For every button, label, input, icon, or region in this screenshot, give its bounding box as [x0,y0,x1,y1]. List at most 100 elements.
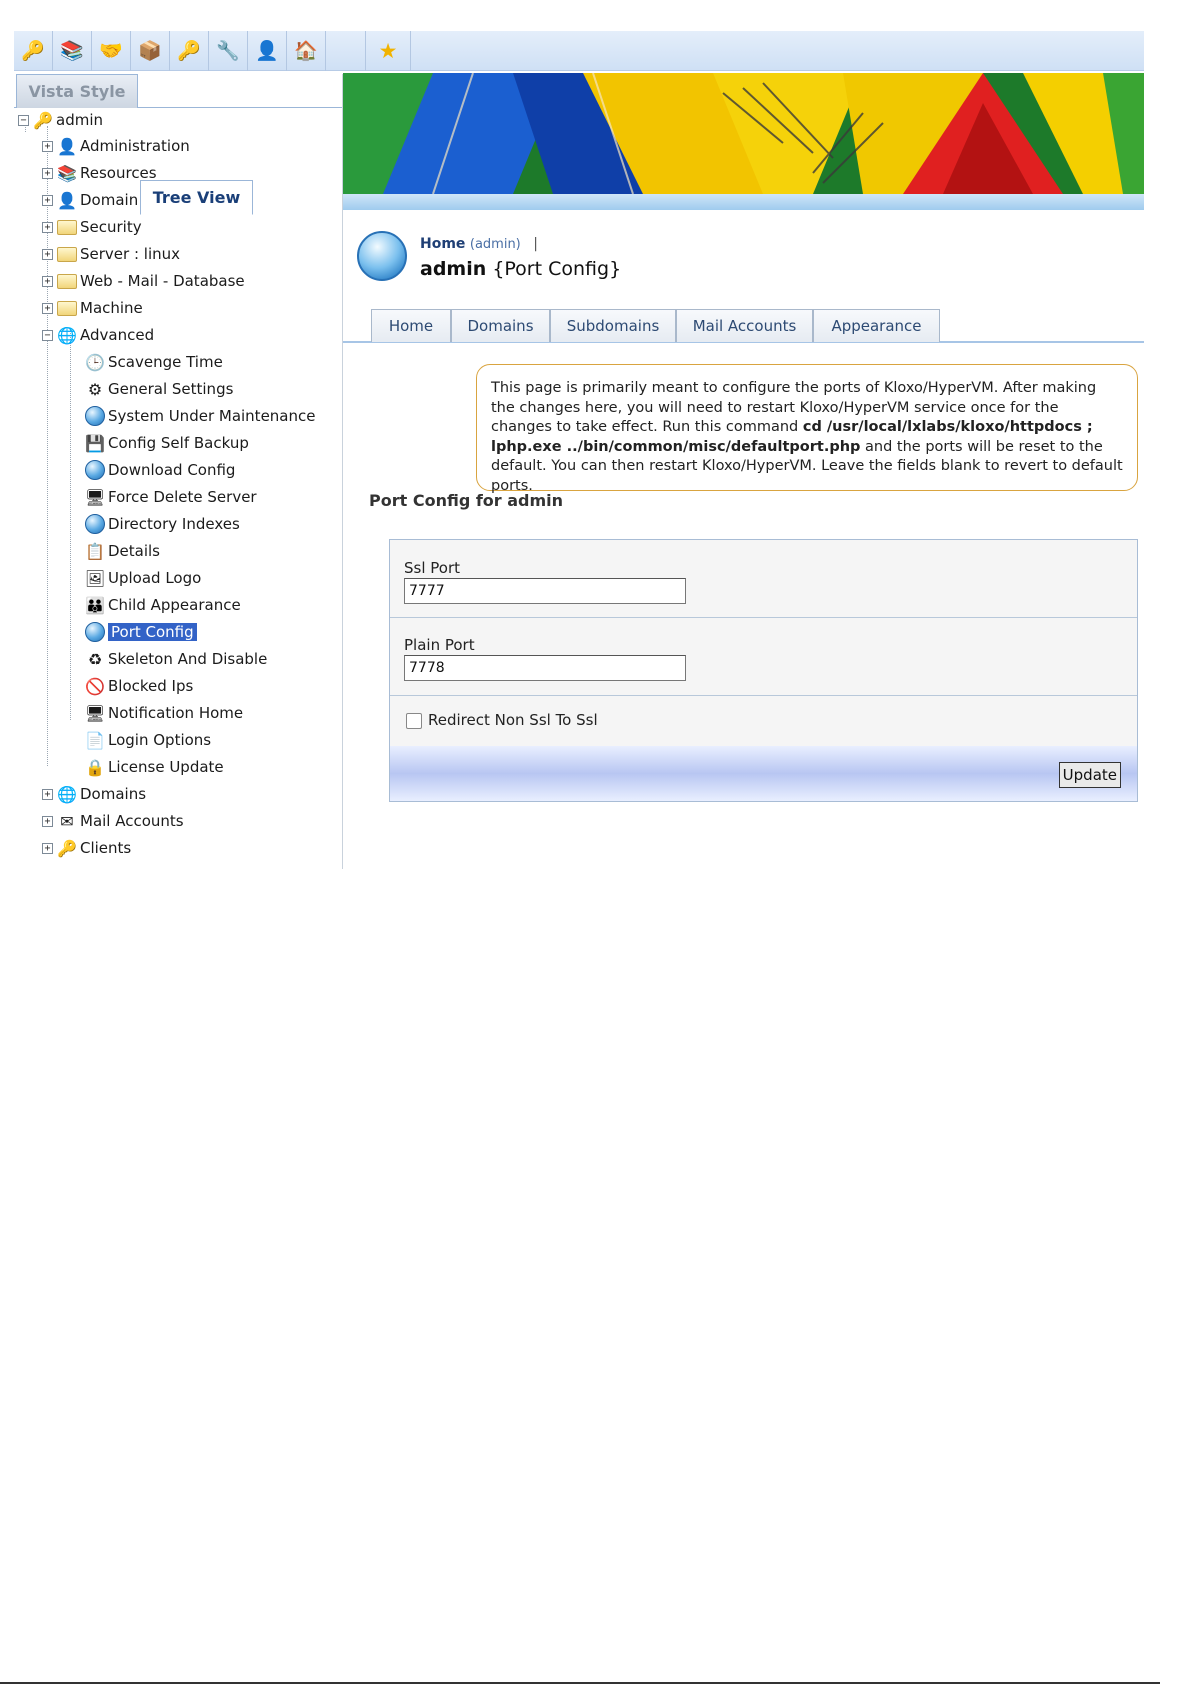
navigation-tree: − 🔑 admin + 👤 Administration + 📚 Resourc… [18,106,340,868]
plain-port-label: Plain Port [404,636,475,654]
expand-icon[interactable]: + [42,167,53,179]
orb-icon [85,406,105,426]
tree-item-child-appearance[interactable]: 👪 Child Appearance [85,593,241,617]
tree-item-label-selected: Port Config [108,623,197,641]
person-icon[interactable]: 👤 [248,30,287,71]
tree-item-blocked-ips[interactable]: 🚫 Blocked Ips [85,674,193,698]
ssl-port-label: Ssl Port [404,559,461,577]
expand-icon[interactable]: + [42,194,53,206]
tree-item-scavenge-time[interactable]: 🕒 Scavenge Time [85,350,223,374]
tree-item-details[interactable]: 📋 Details [85,539,160,563]
tree-item-label: Login Options [108,731,212,749]
backup-icon: 💾 [85,433,105,453]
folder-icon [57,300,77,316]
tree-item-administration[interactable]: + 👤 Administration [42,134,190,158]
tree-item-system-under-maintenance[interactable]: System Under Maintenance [85,404,315,428]
tree-item-mail-accounts[interactable]: + ✉ Mail Accounts [42,809,184,833]
tree-item-general-settings[interactable]: ⚙ General Settings [85,377,234,401]
admin-key-icon[interactable]: 🔑 [14,30,53,71]
tree-item-notification-home[interactable]: 🖥 Notification Home [85,701,243,725]
tree-item-label: Notification Home [108,704,244,722]
tree-item-label: Administration [80,137,190,155]
tree-item-domain[interactable]: + 👤 Domain [42,188,138,212]
star-icon[interactable]: ★ [366,30,411,71]
tree-item-download-config[interactable]: Download Config [85,458,235,482]
clipboard-icon: 📋 [85,541,105,561]
tree-item-domains[interactable]: + 🌐 Domains [42,782,146,806]
breadcrumb-home-sub: (admin) [469,237,521,252]
expand-icon[interactable]: + [42,842,53,854]
hierarchy-icon: 👪 [85,595,105,615]
tree-item-upload-logo[interactable]: 🖼 Upload Logo [85,566,201,590]
tree-item-clients[interactable]: + 🔑 Clients [42,836,131,860]
tree-item-login-options[interactable]: 📄 Login Options [85,728,211,752]
expand-icon[interactable]: + [42,815,53,827]
tree-item-label: Clients [80,839,132,857]
expand-icon[interactable]: + [42,248,53,260]
collapse-icon[interactable]: − [18,114,29,126]
tree-item-security[interactable]: + Security [42,215,142,239]
handshake-icon[interactable]: 🤝 [92,30,131,71]
left-panel-tabs: Vista Style Tree View [14,74,342,215]
tree-item-label: Server : linux [80,245,181,263]
ssl-port-row: Ssl Port [390,540,1137,618]
expand-icon[interactable]: + [42,788,53,800]
tree-item-resources[interactable]: + 📚 Resources [42,161,157,185]
tab-subdomains[interactable]: Subdomains [550,309,676,342]
tab-vista-style[interactable]: Vista Style [16,74,138,108]
tree-item-advanced[interactable]: − 🌐 Advanced [42,323,154,347]
cube-icon[interactable]: 📦 [131,30,170,71]
tree-item-machine[interactable]: + Machine [42,296,143,320]
license-icon: 🔒 [85,757,105,777]
tab-appearance[interactable]: Appearance [813,309,940,342]
tree-item-label: Mail Accounts [80,812,184,830]
tree-item-label: Security [80,218,142,236]
tree-item-server[interactable]: + Server : linux [42,242,180,266]
tab-mail-accounts[interactable]: Mail Accounts [676,309,813,342]
home-up-icon[interactable]: 🏠 [287,30,326,71]
plain-port-input[interactable] [404,655,686,681]
mail-icon: ✉ [60,811,74,831]
tree-item-license-update[interactable]: 🔒 License Update [85,755,224,779]
expand-icon[interactable]: + [42,140,53,152]
expand-icon[interactable]: + [42,275,53,287]
tree-item-label: Resources [80,164,157,182]
user-key-icon[interactable]: 🔑 [170,30,209,71]
tree-item-admin[interactable]: − 🔑 admin [18,108,103,132]
tools-icon[interactable]: 🔧 [209,30,248,71]
breadcrumb-home-link[interactable]: Home [420,236,465,252]
tree-item-force-delete-server[interactable]: 🖥 Force Delete Server [85,485,257,509]
ssl-port-input[interactable] [404,578,686,604]
tree-item-label: System Under Maintenance [108,407,316,425]
tree-item-skeleton-and-disable[interactable]: ♻ Skeleton And Disable [85,647,268,671]
tree-item-label: Upload Logo [108,569,202,587]
folder-icon [57,219,77,235]
tree-item-label: General Settings [108,380,234,398]
folder-icon [57,246,77,262]
orb-icon [85,622,105,642]
tree-item-label: Directory Indexes [108,515,240,533]
update-button[interactable]: Update [1058,762,1121,788]
tree-item-config-self-backup[interactable]: 💾 Config Self Backup [85,431,249,455]
tree-item-directory-indexes[interactable]: Directory Indexes [85,512,240,536]
expand-icon[interactable]: + [42,302,53,314]
page-title-action: {Port Config} [492,258,622,280]
plain-port-row: Plain Port [390,618,1137,696]
tree-item-label: Force Delete Server [108,488,257,506]
admin-key-icon: 🔑 [33,110,53,130]
advanced-globe-icon: 🌐 [57,325,77,345]
resources-icon[interactable]: 📚 [53,30,92,71]
breadcrumb-separator: | [533,236,538,252]
tree-item-port-config[interactable]: Port Config [85,620,197,644]
tab-home[interactable]: Home [371,309,451,342]
tree-item-web-mail-database[interactable]: + Web - Mail - Database [42,269,245,293]
expand-icon[interactable]: + [42,221,53,233]
tab-domains[interactable]: Domains [451,309,550,342]
page-orb-icon [357,231,407,281]
tree-item-label: Machine [80,299,143,317]
resources-icon: 📚 [57,163,77,183]
redirect-checkbox[interactable] [406,713,422,729]
top-toolbar: 🔑 📚 🤝 📦 🔑 🔧 👤 🏠 ★ [14,30,1144,71]
collapse-icon[interactable]: − [42,329,53,341]
tree-item-label: admin [56,111,103,129]
